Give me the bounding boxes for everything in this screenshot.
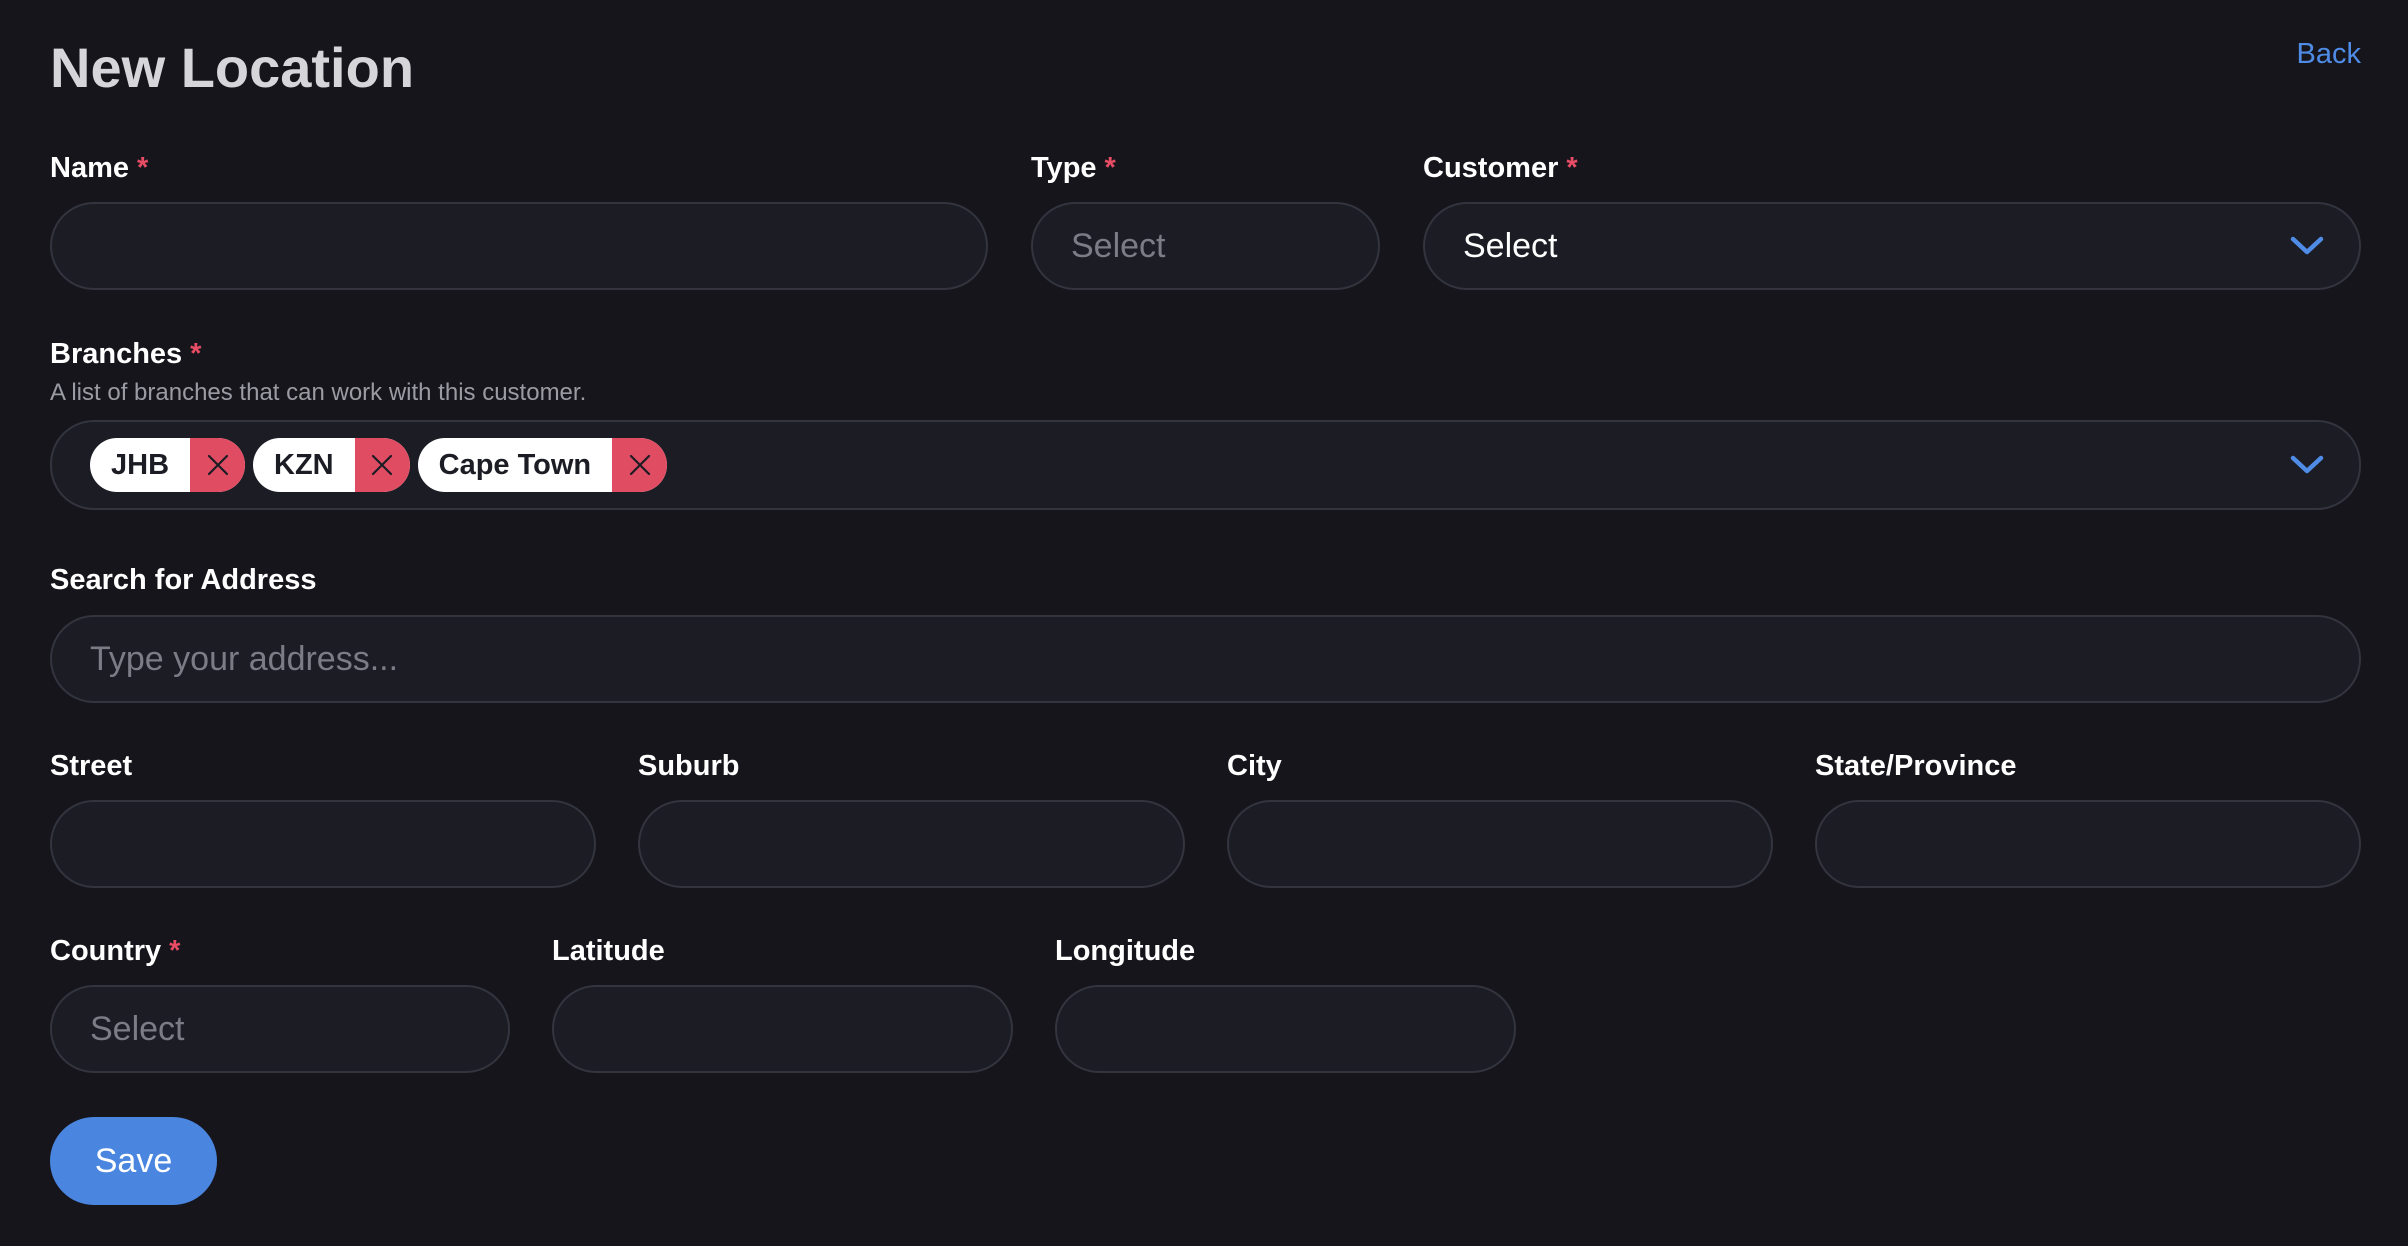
suburb-label: Suburb <box>638 750 740 782</box>
street-field: Street <box>50 748 596 888</box>
chevron-down-icon <box>2290 236 2324 255</box>
name-input[interactable] <box>50 202 988 290</box>
longitude-label: Longitude <box>1055 935 1196 967</box>
close-icon[interactable] <box>354 438 410 492</box>
latitude-input[interactable] <box>552 985 1013 1073</box>
address-search-input[interactable]: Type your address... <box>50 615 2361 703</box>
branches-field: Branches * A list of branches that can wo… <box>50 336 2361 510</box>
required-marker: * <box>169 935 181 967</box>
close-icon[interactable] <box>190 438 246 492</box>
customer-select[interactable]: Select <box>1423 202 2361 290</box>
customer-value: Select <box>1463 226 1558 265</box>
branches-multiselect[interactable]: JHB KZN Cape Town <box>50 420 2361 510</box>
name-label: Name * <box>50 152 149 184</box>
country-field: Country * Select <box>50 933 510 1073</box>
type-placeholder: Select <box>1071 226 1166 265</box>
suburb-field: Suburb <box>638 748 1185 888</box>
branches-tags: JHB KZN Cape Town <box>90 438 668 492</box>
city-label: City <box>1227 750 1282 782</box>
city-field: City <box>1227 748 1773 888</box>
address-search-field: Search for Address Type your address... <box>50 562 2361 703</box>
branch-tag-label: JHB <box>111 448 170 481</box>
name-field: Name * <box>50 150 988 290</box>
longitude-input[interactable] <box>1055 985 1516 1073</box>
state-field: State/Province <box>1815 748 2361 888</box>
country-placeholder: Select <box>90 1009 185 1048</box>
street-label: Street <box>50 750 133 782</box>
branch-tag-jhb: JHB <box>90 438 246 492</box>
branches-label: Branches * <box>50 338 202 370</box>
back-link[interactable]: Back <box>2297 38 2361 71</box>
address-search-placeholder: Type your address... <box>90 639 399 678</box>
suburb-input[interactable] <box>638 800 1185 888</box>
state-input[interactable] <box>1815 800 2361 888</box>
save-button[interactable]: Save <box>50 1117 217 1205</box>
branch-tag-kzn: KZN <box>253 438 410 492</box>
required-marker: * <box>190 338 202 370</box>
city-input[interactable] <box>1227 800 1773 888</box>
branch-tag-cape-town: Cape Town <box>417 438 668 492</box>
required-marker: * <box>137 152 149 184</box>
type-label: Type * <box>1031 152 1116 184</box>
type-select[interactable]: Select <box>1031 202 1380 290</box>
type-field: Type * Select <box>1031 150 1380 290</box>
page-title: New Location <box>50 36 415 99</box>
close-icon[interactable] <box>612 438 668 492</box>
latitude-label: Latitude <box>552 935 665 967</box>
branch-tag-label: KZN <box>274 448 334 481</box>
state-label: State/Province <box>1815 750 2017 782</box>
branches-hint: A list of branches that can work with th… <box>50 379 587 406</box>
new-location-page: New Location Back Name * Type * Select Cus… <box>0 0 2408 1246</box>
customer-label: Customer * <box>1423 152 1578 184</box>
longitude-field: Longitude <box>1055 933 1516 1073</box>
required-marker: * <box>1104 152 1116 184</box>
customer-field: Customer * Select <box>1423 150 2361 290</box>
street-input[interactable] <box>50 800 596 888</box>
address-search-label: Search for Address <box>50 564 317 596</box>
latitude-field: Latitude <box>552 933 1013 1073</box>
country-label: Country * <box>50 935 181 967</box>
chevron-down-icon <box>2290 455 2324 474</box>
branch-tag-label: Cape Town <box>438 448 592 481</box>
country-select[interactable]: Select <box>50 985 510 1073</box>
required-marker: * <box>1566 152 1578 184</box>
